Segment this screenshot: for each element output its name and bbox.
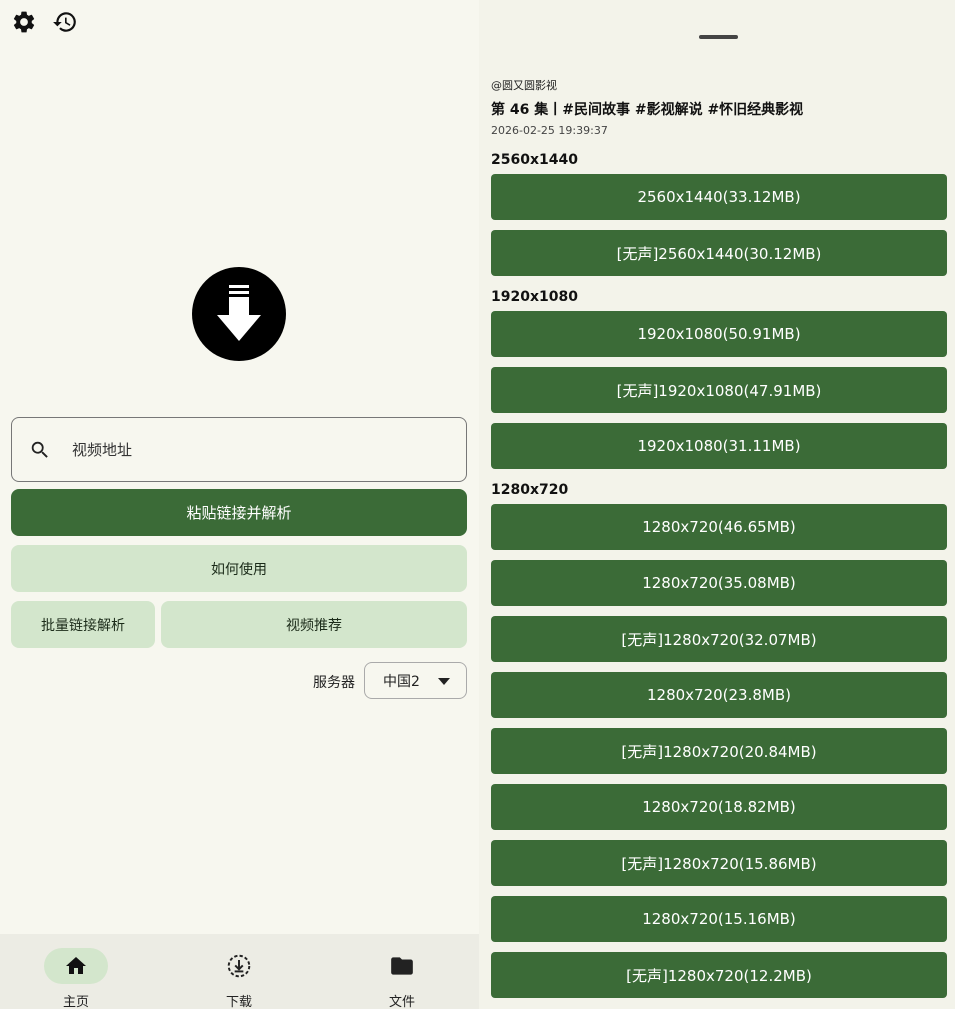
video-author: @圆又圆影视 <box>491 79 557 92</box>
chevron-down-icon <box>438 678 450 685</box>
server-selected-value: 中国2 <box>383 673 420 690</box>
download-logo-icon <box>192 267 286 361</box>
download-option-button[interactable]: 1280x720(23.8MB) <box>491 672 947 718</box>
download-option-button[interactable]: [无声]1920x1080(47.91MB) <box>491 367 947 413</box>
download-option-button[interactable]: 1280x720(35.08MB) <box>491 560 947 606</box>
nav-label-files: 文件 <box>388 995 415 1009</box>
video-datetime: 2026-02-25 19:39:37 <box>491 124 608 137</box>
nav-label-home: 主页 <box>62 995 89 1009</box>
download-option-button[interactable]: [无声]1280x720(20.84MB) <box>491 728 947 774</box>
resolution-bottom-sheet: @圆又圆影视 第 46 集丨#民间故事 #影视解说 #怀旧经典影视 2026-0… <box>479 0 955 1009</box>
download-option-button[interactable]: 1920x1080(50.91MB) <box>491 311 947 357</box>
download-option-button[interactable]: 2560x1440(33.12MB) <box>491 174 947 220</box>
gear-icon[interactable] <box>10 8 38 36</box>
video-url-input[interactable] <box>72 440 412 459</box>
paste-parse-button[interactable]: 粘贴链接并解析 <box>11 489 467 536</box>
home-icon <box>44 948 108 984</box>
download-option-button[interactable]: [无声]1280x720(15.86MB) <box>491 840 947 886</box>
nav-label-download: 下载 <box>225 995 252 1009</box>
history-icon[interactable] <box>51 8 79 36</box>
nav-item-download[interactable]: 下载 <box>179 934 299 1009</box>
section-heading-1920x1080: 1920x1080 <box>491 289 578 305</box>
how-to-use-button[interactable]: 如何使用 <box>11 545 467 592</box>
download-option-button[interactable]: 1280x720(46.65MB) <box>491 504 947 550</box>
server-select[interactable]: 中国2 <box>364 662 467 699</box>
video-recommend-button[interactable]: 视频推荐 <box>161 601 467 648</box>
download-option-button[interactable]: [无声]1280x720(12.2MB) <box>491 952 947 998</box>
main-screen: 粘贴链接并解析 如何使用 批量链接解析 视频推荐 服务器 中国2 主页 下载 <box>0 0 479 1009</box>
nav-item-home[interactable]: 主页 <box>16 934 136 1009</box>
download-option-button[interactable]: 1920x1080(31.11MB) <box>491 423 947 469</box>
folder-icon <box>370 948 434 984</box>
section-heading-2560x1440: 2560x1440 <box>491 152 578 168</box>
download-option-button[interactable]: 1280x720(18.82MB) <box>491 784 947 830</box>
download-circle-icon <box>207 948 271 984</box>
nav-item-files[interactable]: 文件 <box>342 934 462 1009</box>
batch-parse-button[interactable]: 批量链接解析 <box>11 601 155 648</box>
section-heading-1280x720: 1280x720 <box>491 482 569 498</box>
download-option-button[interactable]: 1280x720(15.16MB) <box>491 896 947 942</box>
download-option-button[interactable]: [无声]2560x1440(30.12MB) <box>491 230 947 276</box>
bottom-navigation: 主页 下载 文件 <box>0 934 479 1009</box>
search-icon <box>28 438 52 462</box>
download-option-button[interactable]: [无声]1280x720(32.07MB) <box>491 616 947 662</box>
drag-handle[interactable] <box>699 35 738 39</box>
server-label: 服务器 <box>313 675 355 691</box>
video-title: 第 46 集丨#民间故事 #影视解说 #怀旧经典影视 <box>491 102 804 118</box>
video-url-search-box[interactable] <box>11 417 467 482</box>
